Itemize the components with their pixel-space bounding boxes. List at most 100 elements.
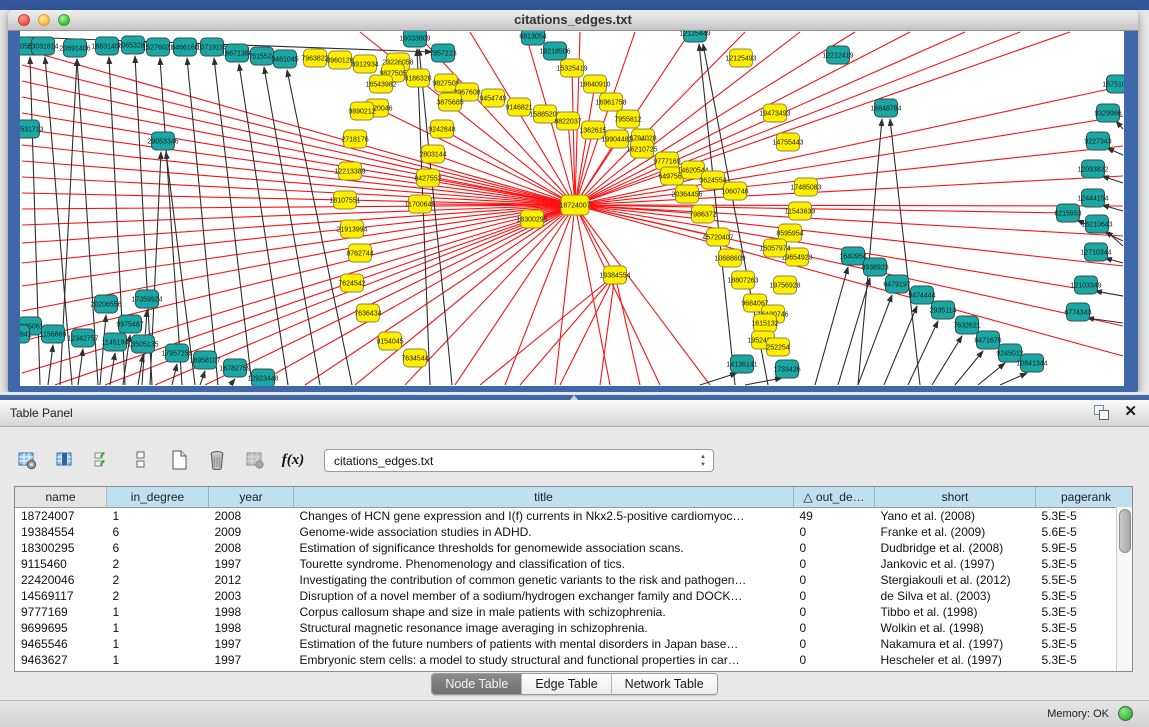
graph-node[interactable]: 252254 (766, 338, 789, 356)
function-builder-icon[interactable]: f(x) (280, 447, 306, 473)
column-header-year[interactable]: year (209, 487, 294, 508)
graph-node[interactable]: 3875685 (436, 93, 463, 111)
graph-node[interactable]: 12342757 (67, 329, 98, 347)
graph-node[interactable]: 9245012 (996, 344, 1023, 362)
graph-node[interactable]: 18807263 (727, 271, 758, 289)
graph-node[interactable]: 16033809 (399, 31, 430, 47)
graph-node[interactable]: 7986372 (689, 205, 716, 223)
network-graph-svg[interactable]: 1872400779638228960128891293423226058982… (20, 31, 1124, 386)
graph-node[interactable]: 12103349 (1070, 276, 1101, 294)
tab-edge-table[interactable]: Edge Table (522, 674, 611, 694)
graph-node[interactable]: 12923448 (247, 369, 278, 386)
graph-node[interactable]: 9242848 (428, 120, 455, 138)
column-header-pagerank[interactable]: pagerank (1036, 487, 1134, 508)
graph-node[interactable]: 9329966 (1094, 104, 1121, 122)
vertical-scrollbar[interactable] (1116, 507, 1132, 671)
graph-node[interactable]: 15057974 (759, 239, 790, 257)
graph-node[interactable]: 6479197 (883, 275, 910, 293)
graph-node[interactable]: 23031814 (27, 37, 58, 55)
network-canvas[interactable]: 1872400779638228960128891293423226058982… (20, 31, 1124, 386)
graph-node[interactable]: 45720407 (702, 228, 733, 246)
graph-node[interactable]: 8471676 (974, 331, 1001, 349)
column-visibility-icon[interactable] (52, 447, 78, 473)
graph-node[interactable]: 18640910 (579, 75, 610, 93)
table-row[interactable]: 969969511998Structural magnetic resonanc… (15, 620, 1133, 636)
graph-node[interactable]: 9227343 (1084, 132, 1111, 150)
graph-node[interactable]: 7955812 (614, 110, 641, 128)
graph-node[interactable]: 12212419 (822, 46, 853, 64)
graph-node[interactable]: 7632621 (953, 316, 980, 334)
graph-node[interactable]: 19756928 (769, 276, 800, 294)
graph-node[interactable]: 1145194 (102, 333, 129, 351)
table-row[interactable]: 1938455462009Genome-wide association stu… (15, 524, 1133, 540)
graph-node[interactable]: 15276021 (142, 38, 173, 56)
graph-node[interactable]: 2935114 (930, 301, 957, 319)
clear-selection-icon[interactable] (128, 447, 154, 473)
graph-node[interactable]: 12093832 (1077, 160, 1108, 178)
graph-node[interactable]: 1156869 (40, 325, 67, 343)
graph-node[interactable]: 6774343 (1064, 303, 1091, 321)
graph-node[interactable]: 1615132 (751, 314, 778, 332)
graph-node[interactable]: 19473493 (759, 104, 790, 122)
row-select-icon[interactable] (90, 447, 116, 473)
table-row[interactable]: 1830029562008Estimation of significance … (15, 540, 1133, 556)
import-table-icon[interactable] (242, 447, 268, 473)
graph-node[interactable]: 14755443 (772, 133, 803, 151)
graph-node[interactable]: 20691406 (59, 39, 90, 57)
graph-node[interactable]: 13505135 (127, 335, 158, 353)
graph-node[interactable]: 9461045 (271, 50, 298, 68)
graph-node[interactable]: 18724007 (559, 195, 590, 215)
table-row[interactable]: 977716911998Corpus callosum shape and si… (15, 604, 1133, 620)
graph-node[interactable]: 9890212 (348, 102, 375, 120)
graph-node[interactable]: 3624554 (699, 171, 726, 189)
graph-node[interactable]: 12444154 (1077, 189, 1108, 207)
tab-node-table[interactable]: Node Table (432, 674, 522, 694)
graph-node[interactable]: 7636434 (354, 304, 381, 322)
graph-node[interactable]: 11543639 (785, 202, 816, 220)
graph-node[interactable]: 16958107 (189, 351, 220, 369)
graph-node[interactable]: 7857223 (429, 44, 456, 62)
graph-node[interactable]: 10841344 (1016, 354, 1047, 372)
graph-node[interactable]: 9474444 (908, 286, 935, 304)
graph-node[interactable]: 18107551 (329, 191, 360, 209)
delete-table-icon[interactable] (204, 447, 230, 473)
float-panel-button[interactable] (1094, 405, 1109, 420)
graph-node[interactable]: 17485083 (790, 178, 821, 196)
graph-node[interactable]: 12125493 (725, 49, 756, 67)
scrollbar-thumb[interactable] (1119, 509, 1131, 553)
column-header-out_de[interactable]: △ out_de… (794, 487, 875, 508)
graph-node[interactable]: 16782759 (219, 359, 250, 377)
graph-node[interactable]: 16210725 (626, 140, 657, 158)
table-settings-icon[interactable] (14, 447, 40, 473)
graph-node[interactable]: 2803144 (419, 145, 446, 163)
column-header-short[interactable]: short (875, 487, 1036, 508)
graph-node[interactable]: 1060748 (721, 182, 748, 200)
column-header-in_degree[interactable]: in_degree (107, 487, 209, 508)
graph-node[interactable]: 8912934 (351, 55, 378, 73)
graph-node[interactable]: 12710344 (1080, 243, 1111, 261)
graph-node[interactable]: 20206556 (90, 295, 121, 313)
column-header-title[interactable]: title (294, 487, 794, 508)
graph-node[interactable]: 16543982 (365, 75, 396, 93)
table-row[interactable]: 946554611997Estimation of the future num… (15, 636, 1133, 652)
graph-node[interactable]: 17359924 (131, 290, 162, 308)
table-selector[interactable]: citations_edges.txt ▲▼ (324, 449, 714, 472)
graph-node[interactable]: 8186328 (404, 69, 431, 87)
graph-node[interactable]: 8762744 (346, 244, 373, 262)
graph-node[interactable]: 20531713 (20, 120, 44, 138)
graph-node[interactable]: 18300295 (516, 210, 547, 228)
graph-node[interactable]: 8215953 (1054, 204, 1081, 222)
graph-node[interactable]: 8938923 (861, 258, 888, 276)
table-row[interactable]: 1456911722003Disruption of a novel membe… (15, 588, 1133, 604)
graph-node[interactable]: 9154045 (376, 332, 403, 350)
window-titlebar[interactable]: citations_edges.txt (8, 10, 1138, 31)
graph-node[interactable]: 12125449 (679, 31, 710, 42)
graph-node[interactable]: 16210643 (1081, 215, 1112, 233)
graph-node[interactable]: 8822037 (554, 112, 581, 130)
graph-node[interactable]: 11700649 (405, 195, 436, 213)
table-row[interactable]: 911546021997Tourette syndrome. Phenomeno… (15, 556, 1133, 572)
graph-node[interactable]: 1640954 (839, 247, 866, 265)
graph-node[interactable]: 2718176 (341, 130, 368, 148)
graph-node[interactable]: 8454749 (479, 89, 506, 107)
graph-node[interactable]: 9975487 (116, 315, 143, 333)
